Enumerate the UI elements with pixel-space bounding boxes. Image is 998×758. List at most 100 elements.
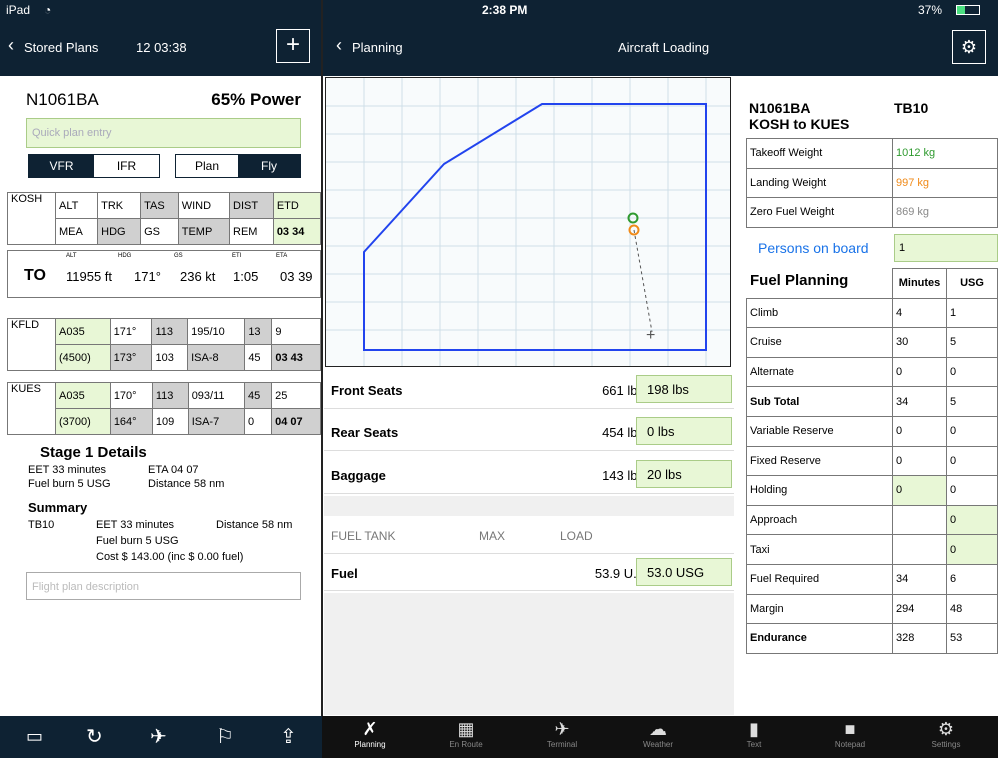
- reverse-route-icon[interactable]: ↻: [86, 724, 103, 749]
- back-chevron-icon[interactable]: ‹: [336, 35, 342, 56]
- etd-header[interactable]: ETD: [272, 192, 322, 219]
- airplane-icon[interactable]: ✈: [150, 724, 167, 749]
- stored-plans-button[interactable]: Stored Plans: [24, 40, 98, 55]
- vfr-button[interactable]: VFR: [29, 155, 94, 177]
- loading-row-baggage: Baggage 143 lbs 20 lbs: [324, 456, 734, 494]
- station-load-input[interactable]: 0 lbs: [636, 417, 732, 445]
- plan-mode-button[interactable]: Plan: [176, 155, 238, 177]
- fuel-row-label: Approach: [746, 504, 893, 536]
- fuel-row-label: Fixed Reserve: [746, 445, 893, 477]
- route-title: KOSH to KUES: [749, 116, 850, 132]
- tab-en-route[interactable]: ▦ En Route: [418, 716, 514, 749]
- to-gs-header: GS: [174, 253, 183, 259]
- folder-icon[interactable]: ▭: [26, 726, 43, 747]
- persons-on-board-link[interactable]: Persons on board: [758, 240, 869, 256]
- waypoint-cell[interactable]: (3700): [55, 408, 111, 435]
- planning-back-button[interactable]: Planning: [352, 40, 403, 55]
- settings-gear-icon[interactable]: ⚙: [952, 30, 986, 64]
- to-eta: 03 39: [280, 269, 313, 284]
- waypoint-code[interactable]: KUES: [7, 382, 56, 435]
- holding-minutes-input[interactable]: 0: [892, 475, 947, 506]
- fuel-row-label: Climb: [746, 297, 893, 329]
- weights-table: Takeoff Weight 1012 kg Landing Weight 997 …: [746, 138, 998, 228]
- fuel-load-input[interactable]: 53.0 USG: [636, 558, 732, 586]
- fuel-row: Fuel 53.9 U... 53.0 USG: [324, 553, 734, 591]
- waypoint-cell[interactable]: (4500): [55, 344, 111, 371]
- departure-code[interactable]: KOSH: [7, 192, 56, 245]
- fuel-row-usg: 1: [946, 297, 998, 329]
- fly-mode-button[interactable]: Fly: [238, 155, 300, 177]
- station-max: 143 lbs: [602, 468, 644, 483]
- tab-planning[interactable]: ✗ Planning: [322, 716, 418, 749]
- waypoint-cell: 45: [244, 344, 273, 371]
- ifr-button[interactable]: IFR: [94, 155, 159, 177]
- fuel-row-usg: 5: [946, 327, 998, 358]
- fuel-row-label: Holding: [746, 475, 893, 506]
- col-header: TEMP: [177, 218, 231, 245]
- flight-plan-description-input[interactable]: Flight plan description: [26, 572, 301, 600]
- stage-distance: Distance 58 nm: [148, 478, 225, 490]
- col-header: WIND: [177, 192, 231, 219]
- waypoint-cell: 195/10: [187, 318, 246, 345]
- document-icon: ▮: [749, 719, 759, 739]
- station-load-input[interactable]: 20 lbs: [636, 460, 732, 488]
- weight-label: Landing Weight: [746, 167, 893, 199]
- battery-icon: [956, 5, 980, 15]
- tab-text[interactable]: ▮ Text: [706, 716, 802, 749]
- left-toolbar: ▭ ↻ ✈ ⚐ ⇪: [0, 716, 322, 758]
- waypoint-cell: 093/11: [187, 382, 245, 409]
- fuel-row-label: Cruise: [746, 327, 893, 358]
- fuel-max-header: MAX: [479, 529, 506, 543]
- tab-settings[interactable]: ⚙ Settings: [898, 716, 994, 749]
- waypoint-code[interactable]: KFLD: [7, 318, 56, 371]
- waypoint-cell[interactable]: A035: [55, 382, 111, 409]
- col-header: MEA: [54, 218, 99, 245]
- summary-distance: Distance 58 nm: [216, 519, 293, 531]
- page-title: Aircraft Loading: [618, 40, 710, 55]
- planning-icon: ✗: [362, 719, 378, 739]
- fuel-row-usg: 0: [946, 475, 998, 506]
- fuel-row-label: Margin: [746, 593, 893, 625]
- tab-notepad[interactable]: ■ Notepad: [802, 716, 898, 749]
- waypoint-cell: 0: [243, 408, 273, 435]
- to-eti: 1:05: [233, 269, 259, 284]
- approach-usg-input[interactable]: 0: [946, 504, 998, 536]
- tab-weather[interactable]: ☁ Weather: [610, 716, 706, 749]
- station-load-input[interactable]: 198 lbs: [636, 375, 732, 403]
- clock: 2:38 PM: [482, 3, 528, 17]
- waypoint-cell: ISA-7: [187, 408, 245, 435]
- waypoint-cell: 9: [271, 318, 321, 345]
- to-eti-header: ETI: [232, 253, 242, 259]
- fuel-row-minutes: 0: [892, 415, 947, 447]
- waypoint-cell: 103: [151, 344, 189, 371]
- flag-icon[interactable]: ⚐: [216, 724, 234, 749]
- col-header: GS: [140, 218, 179, 245]
- fuel-row-label: Sub Total: [746, 386, 893, 417]
- back-chevron-icon[interactable]: ‹: [8, 35, 14, 56]
- usg-header: USG: [946, 268, 998, 299]
- power-setting[interactable]: 65% Power: [211, 90, 301, 110]
- col-header: DIST: [229, 192, 274, 219]
- waypoint-cell: 164°: [109, 408, 153, 435]
- section-spacer: [324, 496, 734, 516]
- waypoint-cell[interactable]: A035: [55, 318, 111, 345]
- to-row: TO ALT HDG GS ETI ETA 11955 ft 171° 236 …: [7, 250, 321, 298]
- taxi-usg-input[interactable]: 0: [946, 534, 998, 565]
- waypoint-cell: 13: [244, 318, 273, 345]
- status-bar: iPad ◔ 2:38 PM 37%: [0, 0, 998, 20]
- fuel-row-usg: 53: [946, 623, 998, 654]
- tab-terminal[interactable]: ✈ Terminal: [514, 716, 610, 749]
- loading-row-rear-seats: Rear Seats 454 lbs 0 lbs: [324, 413, 734, 451]
- fuel-row-label: Alternate: [746, 356, 893, 388]
- persons-on-board-input[interactable]: 1: [894, 234, 998, 262]
- share-icon[interactable]: ⇪: [280, 724, 297, 749]
- mode-toggle: Plan Fly: [175, 154, 301, 178]
- etd-value[interactable]: 03 34: [272, 218, 322, 245]
- add-plan-button[interactable]: +: [276, 29, 310, 63]
- departure-table: KOSH ALT TRK TAS WIND DIST ETD MEA HDG G…: [7, 192, 322, 245]
- quick-plan-input[interactable]: Quick plan entry: [26, 118, 301, 148]
- weight-balance-envelope: +: [325, 77, 731, 367]
- waypoint-cell: 03 43: [271, 344, 321, 371]
- tab-label: Terminal: [546, 740, 578, 749]
- col-header: REM: [229, 218, 274, 245]
